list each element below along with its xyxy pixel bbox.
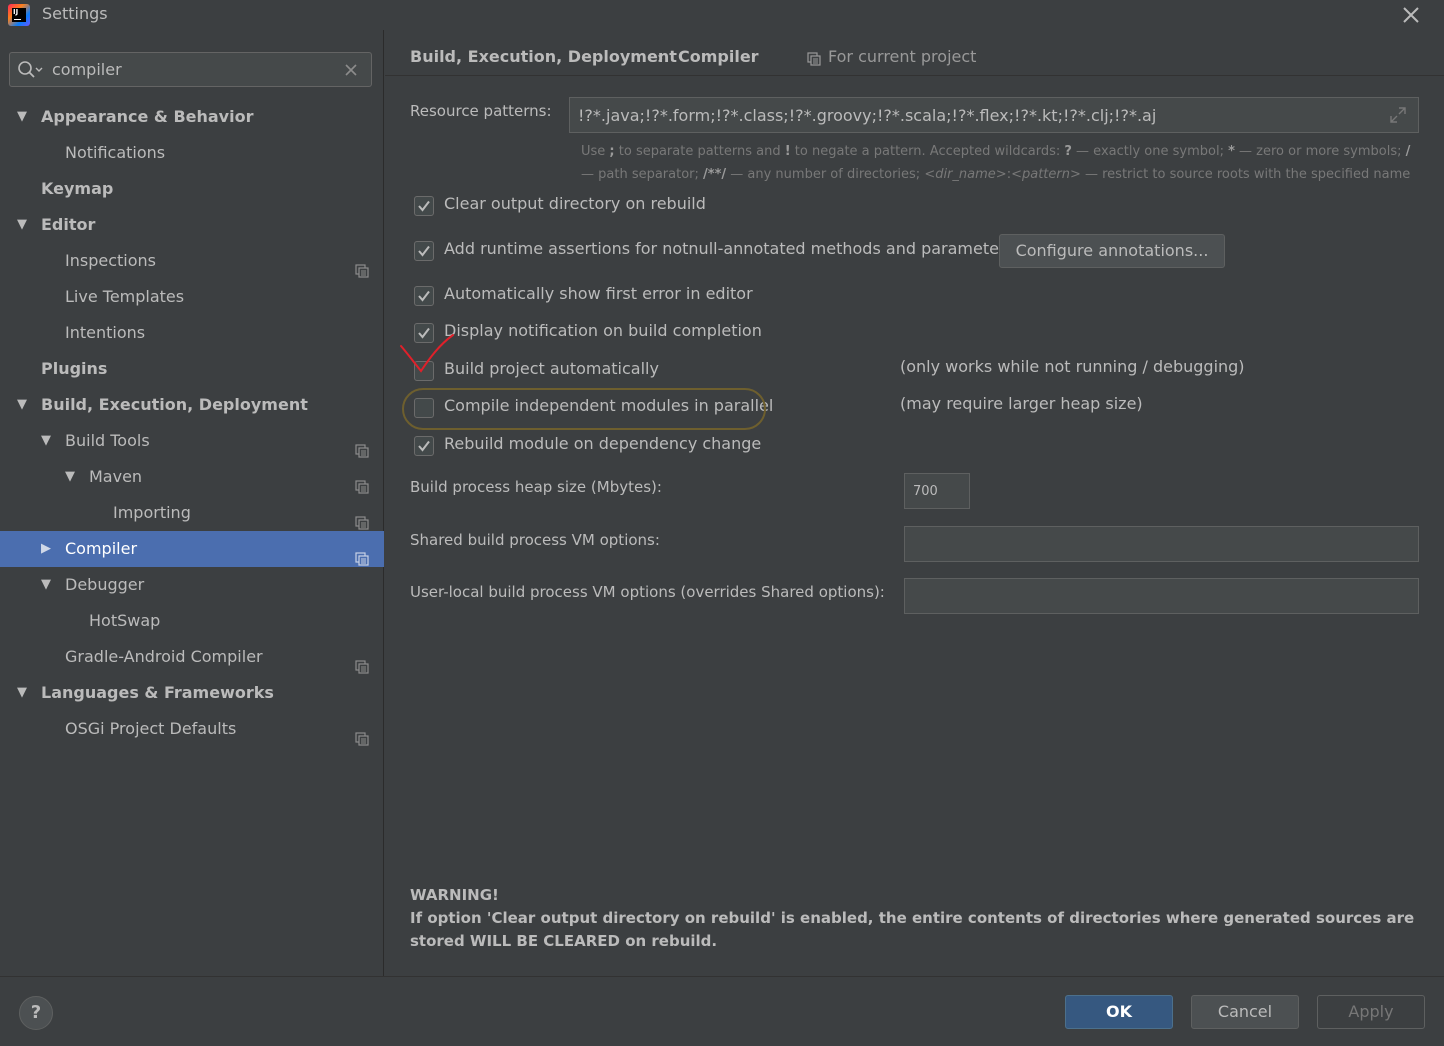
sidebar-item-maven[interactable]: ▼ Maven xyxy=(0,459,384,495)
warning-message: WARNING! If option 'Clear output directo… xyxy=(410,884,1420,953)
resource-patterns-hint-line-2: — path separator; /**/ — any number of d… xyxy=(581,167,1411,182)
sidebar-item-importing[interactable]: Importing xyxy=(0,495,384,531)
sidebar-item-label: Build Tools xyxy=(65,431,150,450)
sidebar-item-hotswap[interactable]: HotSwap xyxy=(0,603,384,639)
sidebar-item-osgi-project-defaults[interactable]: OSGi Project Defaults xyxy=(0,711,384,747)
breadcrumb-parent[interactable]: Build, Execution, Deployment xyxy=(410,47,677,66)
sidebar-item-notifications[interactable]: Notifications xyxy=(0,135,384,171)
heap-size-input[interactable] xyxy=(904,473,970,509)
compile-independent-modules-in-parallel-note: (may require larger heap size) xyxy=(900,394,1143,413)
rebuild-module-on-dependency-change-checkbox[interactable] xyxy=(414,436,434,456)
sidebar-item-intentions[interactable]: Intentions xyxy=(0,315,384,351)
resource-patterns-input[interactable] xyxy=(569,97,1419,133)
sidebar-item-label: Appearance & Behavior xyxy=(41,107,254,126)
resource-patterns-hint-line-1: Use ; to separate patterns and ! to nega… xyxy=(581,144,1411,159)
sidebar-item-label: Importing xyxy=(113,503,191,522)
build-project-automatically-checkbox[interactable] xyxy=(414,361,434,381)
expand-icon[interactable] xyxy=(1389,106,1407,128)
shared-vm-options-input[interactable] xyxy=(904,526,1419,562)
clear-output-directory-on-rebuild-checkbox[interactable] xyxy=(414,196,434,216)
compiler-settings: Resource patterns: Use ; to separate pat… xyxy=(385,76,1444,976)
user-vm-options-label: User-local build process VM options (ove… xyxy=(410,583,885,601)
sidebar-item-label: Inspections xyxy=(65,251,156,270)
user-vm-options-input[interactable] xyxy=(904,578,1419,614)
sidebar-item-label: Compiler xyxy=(65,539,138,558)
warning-title: WARNING! xyxy=(410,886,499,904)
automatically-show-first-error-in-editor-checkbox[interactable] xyxy=(414,286,434,306)
breadcrumb-current: Compiler xyxy=(678,47,759,66)
sidebar-item-gradle-android-compiler[interactable]: Gradle-Android Compiler xyxy=(0,639,384,675)
breadcrumb: Build, Execution, Deployment › Compiler … xyxy=(385,30,1444,76)
compile-independent-modules-in-parallel-label[interactable]: Compile independent modules in parallel xyxy=(444,396,773,415)
expand-arrow-icon[interactable]: ▼ xyxy=(17,99,27,135)
search-icon[interactable] xyxy=(18,61,44,83)
expand-arrow-icon[interactable]: ▼ xyxy=(17,387,27,423)
sidebar-item-keymap[interactable]: Keymap xyxy=(0,171,384,207)
apply-button[interactable]: Apply xyxy=(1317,995,1425,1029)
title-bar: IJ Settings xyxy=(0,0,1444,30)
build-project-automatically-note: (only works while not running / debuggin… xyxy=(900,357,1245,376)
expand-arrow-icon[interactable]: ▼ xyxy=(17,207,27,243)
expand-arrow-icon[interactable]: ▼ xyxy=(41,567,51,603)
collapsed-arrow-icon[interactable]: ▶ xyxy=(41,531,51,567)
ok-button[interactable]: OK xyxy=(1065,995,1173,1029)
window-title: Settings xyxy=(42,4,108,23)
clear-search-icon[interactable] xyxy=(344,63,358,81)
close-icon[interactable] xyxy=(1400,4,1422,26)
add-runtime-assertions-for-notnull-annotated-methods-and-parameters-checkbox[interactable] xyxy=(414,241,434,261)
sidebar-item-label: Gradle-Android Compiler xyxy=(65,647,263,666)
add-runtime-assertions-for-notnull-annotated-methods-and-parameters-label[interactable]: Add runtime assertions for notnull-annot… xyxy=(444,239,1014,258)
shared-vm-options-label: Shared build process VM options: xyxy=(410,531,660,549)
cancel-button[interactable]: Cancel xyxy=(1191,995,1299,1029)
intellij-logo-icon: IJ xyxy=(8,4,30,26)
sidebar-item-label: Maven xyxy=(89,467,143,486)
sidebar-item-label: HotSwap xyxy=(89,611,161,630)
sidebar-item-label: Debugger xyxy=(65,575,145,594)
sidebar-item-debugger[interactable]: ▼ Debugger xyxy=(0,567,384,603)
warning-text: If option 'Clear output directory on reb… xyxy=(410,909,1415,950)
breadcrumb-separator-icon: › xyxy=(657,48,664,67)
rebuild-module-on-dependency-change-label[interactable]: Rebuild module on dependency change xyxy=(444,434,761,453)
expand-arrow-icon[interactable]: ▼ xyxy=(41,423,51,459)
expand-arrow-icon[interactable]: ▼ xyxy=(17,675,27,711)
display-notification-on-build-completion-checkbox[interactable] xyxy=(414,323,434,343)
sidebar-item-plugins[interactable]: Plugins xyxy=(0,351,384,387)
sidebar-item-inspections[interactable]: Inspections xyxy=(0,243,384,279)
sidebar-item-build-execution-deployment[interactable]: ▼ Build, Execution, Deployment xyxy=(0,387,384,423)
sidebar-item-label: Languages & Frameworks xyxy=(41,683,274,702)
sidebar-item-label: Editor xyxy=(41,215,96,234)
sidebar-item-label: Live Templates xyxy=(65,287,185,306)
compile-independent-modules-in-parallel-checkbox[interactable] xyxy=(414,398,434,418)
automatically-show-first-error-in-editor-label[interactable]: Automatically show first error in editor xyxy=(444,284,753,303)
heap-size-label: Build process heap size (Mbytes): xyxy=(410,478,662,496)
project-level-icon xyxy=(355,723,369,759)
configure-annotations-button[interactable]: Configure annotations... xyxy=(999,234,1225,268)
sidebar-item-compiler[interactable]: ▶ Compiler xyxy=(0,531,384,567)
help-button[interactable]: ? xyxy=(19,996,53,1030)
sidebar-item-appearance-behavior[interactable]: ▼ Appearance & Behavior xyxy=(0,99,384,135)
dialog-button-bar: ? OK Cancel Apply xyxy=(0,976,1444,1046)
settings-sidebar: ▼ Appearance & Behavior Notifications Keyma… xyxy=(0,30,384,976)
sidebar-item-label: Build, Execution, Deployment xyxy=(41,395,308,414)
search-box xyxy=(9,52,372,87)
main-panel: Build, Execution, Deployment › Compiler … xyxy=(385,30,1444,976)
sidebar-item-label: Keymap xyxy=(41,179,114,198)
sidebar-item-editor[interactable]: ▼ Editor xyxy=(0,207,384,243)
build-project-automatically-label[interactable]: Build project automatically xyxy=(444,359,659,378)
sidebar-item-label: Notifications xyxy=(65,143,166,162)
sidebar-item-label: OSGi Project Defaults xyxy=(65,719,237,738)
display-notification-on-build-completion-label[interactable]: Display notification on build completion xyxy=(444,321,762,340)
clear-output-directory-on-rebuild-label[interactable]: Clear output directory on rebuild xyxy=(444,194,706,213)
sidebar-item-languages-frameworks[interactable]: ▼ Languages & Frameworks xyxy=(0,675,384,711)
sidebar-item-label: Intentions xyxy=(65,323,146,342)
project-scope-icon xyxy=(807,52,821,70)
expand-arrow-icon[interactable]: ▼ xyxy=(65,459,75,495)
sidebar-item-live-templates[interactable]: Live Templates xyxy=(0,279,384,315)
sidebar-item-build-tools[interactable]: ▼ Build Tools xyxy=(0,423,384,459)
sidebar-item-label: Plugins xyxy=(41,359,108,378)
search-input[interactable] xyxy=(52,57,332,82)
resource-patterns-label: Resource patterns: xyxy=(410,102,552,120)
project-scope-label: For current project xyxy=(828,47,977,66)
